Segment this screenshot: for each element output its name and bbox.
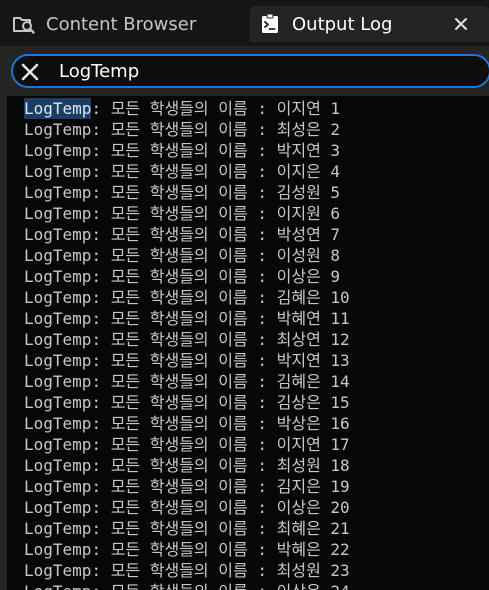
log-message: : 모든 학생들의 이름 : 이상은 9 (91, 267, 341, 286)
log-message: : 모든 학생들의 이름 : 김상은 15 (91, 393, 350, 412)
log-category: LogTemp (24, 498, 92, 517)
log-category: LogTemp (24, 246, 92, 265)
log-category: LogTemp (24, 98, 92, 119)
log-line: LogTemp: 모든 학생들의 이름 : 박성연 7 (24, 224, 350, 245)
log-message: : 모든 학생들의 이름 : 박혜연 11 (91, 309, 350, 328)
tab-bar: Content Browser Output Log (0, 0, 489, 46)
log-line: LogTemp: 모든 학생들의 이름 : 이지연 1 (24, 98, 350, 119)
tab-label: Output Log (292, 13, 393, 35)
log-line: LogTemp: 모든 학생들의 이름 : 김혜은 10 (24, 287, 350, 308)
log-category: LogTemp (24, 120, 92, 139)
log-line: LogTemp: 모든 학생들의 이름 : 이지연 17 (24, 434, 350, 455)
log-message: : 모든 학생들의 이름 : 최혜은 21 (91, 519, 350, 538)
log-message: : 모든 학생들의 이름 : 이성원 8 (91, 246, 341, 265)
log-line: LogTemp: 모든 학생들의 이름 : 김혜은 14 (24, 371, 350, 392)
log-category: LogTemp (24, 330, 92, 349)
log-message: : 모든 학생들의 이름 : 박혜은 22 (91, 540, 350, 559)
log-message: : 모든 학생들의 이름 : 김혜은 10 (91, 288, 350, 307)
log-line: LogTemp: 모든 학생들의 이름 : 박혜은 22 (24, 539, 350, 560)
log-category: LogTemp (24, 225, 92, 244)
log-line: LogTemp: 모든 학생들의 이름 : 김상은 15 (24, 392, 350, 413)
tab-label: Content Browser (46, 13, 197, 35)
log-message: : 모든 학생들의 이름 : 이지은 4 (91, 162, 341, 181)
log-message: : 모든 학생들의 이름 : 박지연 13 (91, 351, 350, 370)
log-message: : 모든 학생들의 이름 : 김지은 19 (91, 477, 350, 496)
log-message: : 모든 학생들의 이름 : 이지원 6 (91, 204, 341, 223)
search-box[interactable] (11, 54, 489, 88)
log-line: LogTemp: 모든 학생들의 이름 : 김지은 19 (24, 476, 350, 497)
log-message: : 모든 학생들의 이름 : 이지연 1 (91, 99, 341, 118)
search-input[interactable] (59, 59, 479, 83)
log-line: LogTemp: 모든 학생들의 이름 : 이상은 24 (24, 581, 350, 590)
log-line: LogTemp: 모든 학생들의 이름 : 최혜은 21 (24, 518, 350, 539)
log-category: LogTemp (24, 309, 92, 328)
log-message: : 모든 학생들의 이름 : 김혜은 14 (91, 372, 350, 391)
log-line: LogTemp: 모든 학생들의 이름 : 최성원 23 (24, 560, 350, 581)
log-category: LogTemp (24, 267, 92, 286)
log-line: LogTemp: 모든 학생들의 이름 : 최상연 12 (24, 329, 350, 350)
log-category: LogTemp (24, 204, 92, 223)
log-line: LogTemp: 모든 학생들의 이름 : 김성원 5 (24, 182, 350, 203)
log-message: : 모든 학생들의 이름 : 박지연 3 (91, 141, 341, 160)
log-line: LogTemp: 모든 학생들의 이름 : 박상은 16 (24, 413, 350, 434)
log-line: LogTemp: 모든 학생들의 이름 : 이성원 8 (24, 245, 350, 266)
log-category: LogTemp (24, 183, 92, 202)
log-output-area[interactable]: LogTemp: 모든 학생들의 이름 : 이지연 1 LogTemp: 모든 학… (7, 96, 489, 590)
log-message: : 모든 학생들의 이름 : 최성원 18 (91, 456, 350, 475)
log-category: LogTemp (24, 414, 92, 433)
log-category: LogTemp (24, 351, 92, 370)
content-browser-icon (12, 12, 36, 36)
log-message: : 모든 학생들의 이름 : 최성원 23 (91, 561, 350, 580)
clear-search-button[interactable] (19, 61, 41, 83)
log-category: LogTemp (24, 456, 92, 475)
output-log-icon (258, 12, 282, 36)
log-line: LogTemp: 모든 학생들의 이름 : 이상은 20 (24, 497, 350, 518)
log-category: LogTemp (24, 162, 92, 181)
close-tab-button[interactable] (451, 14, 471, 34)
log-category: LogTemp (24, 393, 92, 412)
log-category: LogTemp (24, 435, 92, 454)
log-list: LogTemp: 모든 학생들의 이름 : 이지연 1 LogTemp: 모든 학… (24, 98, 350, 590)
log-line: LogTemp: 모든 학생들의 이름 : 최성원 18 (24, 455, 350, 476)
log-line: LogTemp: 모든 학생들의 이름 : 이지원 6 (24, 203, 350, 224)
log-category: LogTemp (24, 141, 92, 160)
log-category: LogTemp (24, 477, 92, 496)
close-icon (455, 18, 467, 30)
log-message: : 모든 학생들의 이름 : 이상은 24 (91, 582, 349, 590)
log-category: LogTemp (24, 372, 92, 391)
log-line: LogTemp: 모든 학생들의 이름 : 박지연 13 (24, 350, 350, 371)
close-icon (21, 63, 39, 81)
log-message: : 모든 학생들의 이름 : 박성연 7 (91, 225, 341, 244)
tab-output-log[interactable]: Output Log (250, 6, 489, 42)
log-message: : 모든 학생들의 이름 : 박상은 16 (91, 414, 350, 433)
log-message: : 모든 학생들의 이름 : 최상연 12 (91, 330, 350, 349)
log-category: LogTemp (24, 288, 92, 307)
log-message: : 모든 학생들의 이름 : 김성원 5 (91, 183, 341, 202)
log-line: LogTemp: 모든 학생들의 이름 : 최성은 2 (24, 119, 350, 140)
log-category: LogTemp (24, 561, 92, 580)
log-category: LogTemp (24, 519, 92, 538)
log-line: LogTemp: 모든 학생들의 이름 : 이상은 9 (24, 266, 350, 287)
log-message: : 모든 학생들의 이름 : 이지연 17 (91, 435, 350, 454)
log-message: : 모든 학생들의 이름 : 최성은 2 (91, 120, 341, 139)
log-category: LogTemp (24, 540, 92, 559)
log-line: LogTemp: 모든 학생들의 이름 : 박혜연 11 (24, 308, 350, 329)
log-category: LogTemp (24, 581, 91, 590)
log-line: LogTemp: 모든 학생들의 이름 : 이지은 4 (24, 161, 350, 182)
log-message: : 모든 학생들의 이름 : 이상은 20 (91, 498, 350, 517)
tab-content-browser[interactable]: Content Browser (0, 6, 244, 42)
log-line: LogTemp: 모든 학생들의 이름 : 박지연 3 (24, 140, 350, 161)
